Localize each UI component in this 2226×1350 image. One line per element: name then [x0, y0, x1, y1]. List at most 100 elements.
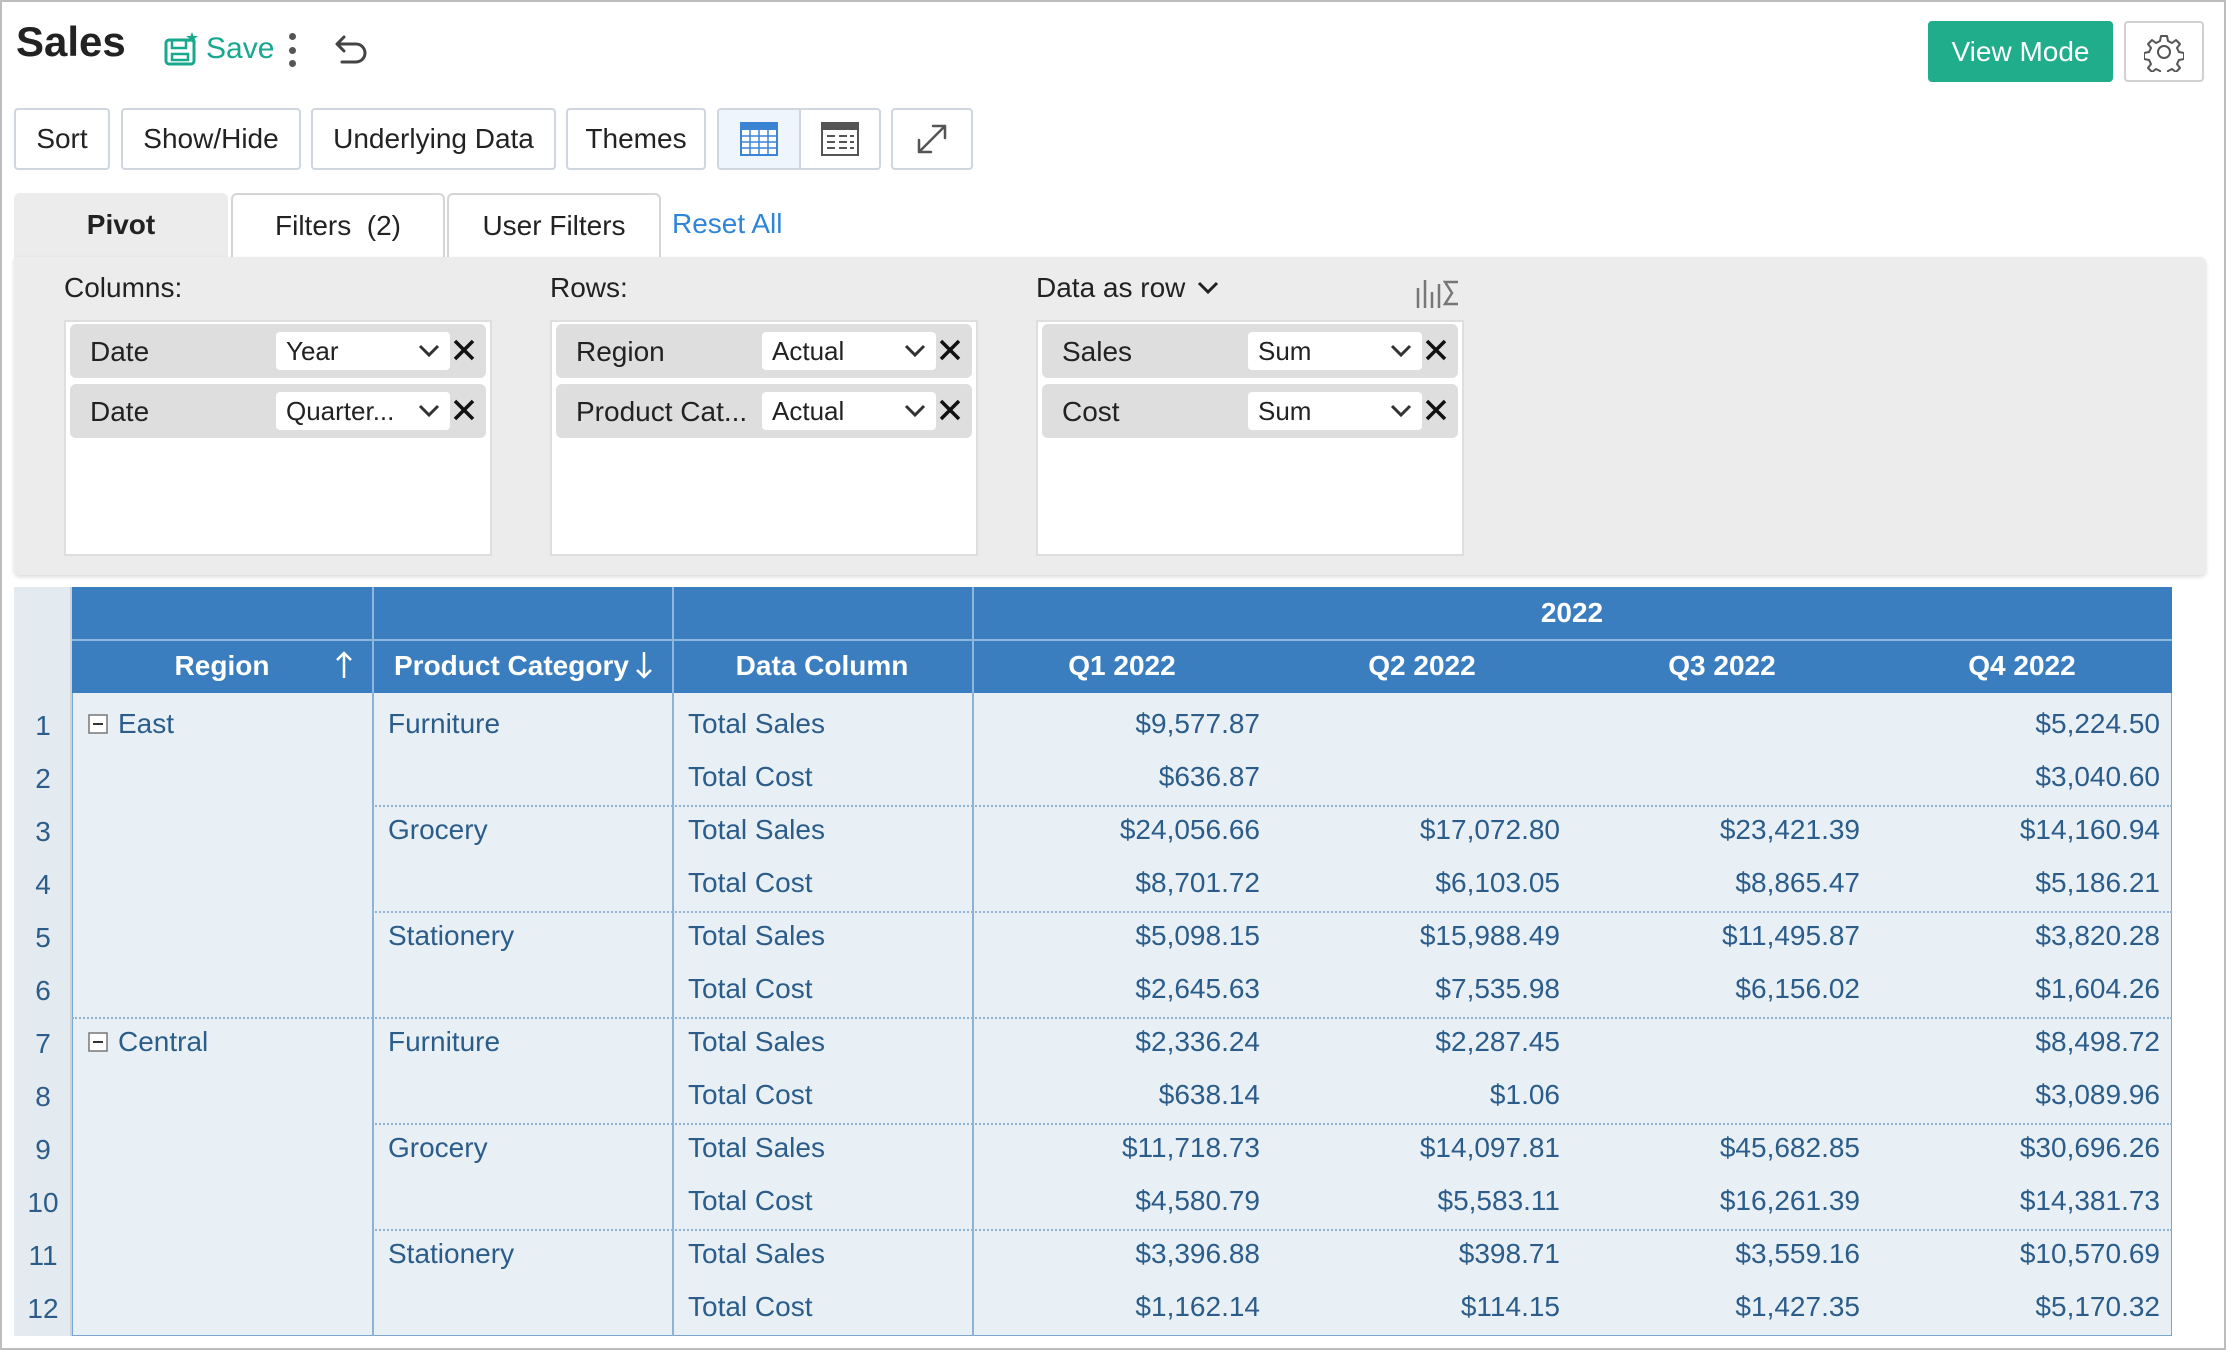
row-number: 5	[35, 922, 51, 953]
category-cell: Grocery	[388, 814, 488, 845]
aggregation-select[interactable]: Actual	[762, 332, 936, 370]
measure-cell: Total Cost	[688, 973, 813, 1004]
value-cell: $3,040.60	[2035, 761, 2160, 792]
value-cell: $11,495.87	[1721, 920, 1860, 951]
column-field-chip[interactable]: Date Year	[70, 324, 486, 378]
product-category-header[interactable]: Product Category	[372, 640, 672, 692]
aggregation-select[interactable]: Quarter...	[276, 392, 450, 430]
columns-drop-zone[interactable]: Date Year Date Quarter...	[64, 320, 492, 556]
year-header[interactable]: 2022	[972, 587, 2172, 639]
aggregation-value: Sum	[1258, 396, 1312, 426]
row-field-chip[interactable]: Product Cat... Actual	[556, 384, 972, 438]
value-cell: $8,701.72	[1135, 867, 1260, 898]
quarter-header-label: Q4 2022	[1968, 650, 2076, 681]
sort-ascending-icon[interactable]	[334, 650, 354, 680]
aggregation-select[interactable]: Sum	[1248, 332, 1422, 370]
year-header-label: 2022	[1540, 597, 1604, 628]
aggregation-select[interactable]: Year	[276, 332, 450, 370]
tabular-view-button[interactable]	[719, 110, 799, 168]
show-hide-button[interactable]: Show/Hide	[121, 108, 301, 170]
value-cell: $636.87	[1158, 761, 1260, 792]
chevron-down-icon	[1198, 281, 1219, 295]
measure-cell: Total Cost	[688, 761, 813, 792]
quarter-header[interactable]: Q4 2022	[1872, 640, 2172, 692]
measure-cell: Total Sales	[688, 920, 825, 951]
data-column-header-label: Data Column	[735, 650, 909, 681]
close-icon[interactable]	[450, 336, 478, 364]
quarter-header[interactable]: Q1 2022	[972, 640, 1272, 692]
collapse-icon[interactable]	[88, 714, 108, 734]
close-icon[interactable]	[936, 396, 964, 424]
tab-user-filters[interactable]: User Filters	[447, 193, 661, 257]
quarter-header[interactable]: Q3 2022	[1572, 640, 1872, 692]
measure-cell: Total Sales	[688, 708, 825, 739]
close-icon[interactable]	[450, 396, 478, 424]
collapse-icon[interactable]	[88, 1032, 108, 1052]
settings-button[interactable]	[2124, 21, 2204, 82]
reset-all-link[interactable]: Reset All	[672, 208, 783, 240]
row-number: 8	[35, 1081, 51, 1112]
group-divider	[372, 805, 2172, 807]
close-icon[interactable]	[1422, 336, 1450, 364]
measure-cell: Total Sales	[688, 1238, 825, 1269]
region-header[interactable]: Region	[72, 640, 372, 692]
chevron-down-icon	[1390, 344, 1412, 358]
chip-field-name: Cost	[1062, 396, 1120, 427]
tab-filters[interactable]: Filters (2)	[231, 193, 445, 257]
aggregation-select[interactable]: Actual	[762, 392, 936, 430]
value-cell: $1,162.14	[1135, 1291, 1260, 1322]
column-field-chip[interactable]: Date Quarter...	[70, 384, 486, 438]
save-button[interactable]: Save	[164, 24, 274, 74]
chip-field-name: Sales	[1062, 336, 1133, 367]
product-category-header-label: Product Category	[394, 650, 629, 681]
sort-button[interactable]: Sort	[14, 108, 110, 170]
value-cell: $6,156.02	[1735, 973, 1860, 1004]
value-cell: $14,160.94	[2019, 814, 2160, 845]
table-view-toggle	[717, 108, 881, 170]
aggregation-value: Year	[286, 336, 339, 366]
compact-view-button[interactable]	[798, 110, 879, 168]
aggregation-value: Quarter...	[286, 396, 395, 426]
quarter-header[interactable]: Q2 2022	[1272, 640, 1572, 692]
view-mode-button[interactable]: View Mode	[1928, 21, 2113, 82]
aggregate-options-icon[interactable]	[1414, 274, 1460, 310]
fullscreen-button[interactable]	[891, 108, 973, 170]
region-cell[interactable]: East	[88, 708, 174, 740]
value-cell: $114.15	[1460, 1291, 1560, 1322]
data-field-chip[interactable]: Cost Sum	[1042, 384, 1458, 438]
region-cell[interactable]: Central	[88, 1026, 208, 1058]
more-options-icon[interactable]	[280, 28, 304, 72]
data-column-header[interactable]: Data Column	[672, 640, 972, 692]
aggregation-select[interactable]: Sum	[1248, 392, 1422, 430]
value-cell: $7,535.98	[1435, 973, 1560, 1004]
measure-cell: Total Sales	[688, 1026, 825, 1057]
row-number: 11	[28, 1240, 58, 1271]
region-header-label: Region	[174, 650, 270, 681]
aggregation-value: Sum	[1258, 336, 1312, 366]
close-icon[interactable]	[936, 336, 964, 364]
group-divider	[72, 1017, 2172, 1019]
value-cell: $23,421.39	[1719, 814, 1860, 845]
value-cell: $3,820.28	[2035, 920, 2160, 951]
sort-descending-icon[interactable]	[634, 650, 654, 680]
row-field-chip[interactable]: Region Actual	[556, 324, 972, 378]
rows-drop-zone[interactable]: Region Actual Product Cat... Actual	[550, 320, 978, 556]
themes-button[interactable]: Themes	[566, 108, 706, 170]
chip-field-name: Product Cat...	[576, 396, 748, 427]
row-number: 10	[27, 1187, 59, 1218]
data-drop-zone[interactable]: Sales Sum Cost Sum	[1036, 320, 1464, 556]
close-icon[interactable]	[1422, 396, 1450, 424]
value-cell: $30,696.26	[2019, 1132, 2160, 1163]
chevron-down-icon	[904, 344, 926, 358]
data-as-row-dropdown[interactable]: Data as row	[1036, 272, 1219, 304]
underlying-data-button[interactable]: Underlying Data	[311, 108, 556, 170]
category-cell: Furniture	[388, 708, 501, 739]
measure-cell: Total Cost	[688, 1291, 813, 1322]
aggregation-value: Actual	[772, 336, 845, 366]
value-cell: $5,186.21	[2035, 867, 2160, 898]
tab-pivot[interactable]: Pivot	[14, 193, 228, 257]
undo-icon[interactable]	[326, 28, 370, 72]
measure-cell: Total Cost	[688, 1185, 813, 1216]
row-number: 3	[35, 816, 51, 847]
data-field-chip[interactable]: Sales Sum	[1042, 324, 1458, 378]
